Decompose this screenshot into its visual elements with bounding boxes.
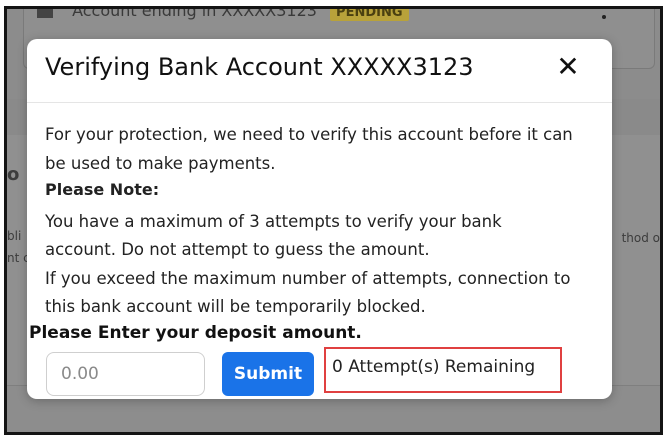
note-text-line: If you exceed the maximum number of atte… [45,269,571,288]
intro-text-line: For your protection, we need to verify t… [45,125,573,144]
attempts-remaining-text: 0 Attempt(s) Remaining [332,357,536,377]
note-text-line: this bank account will be temporarily bl… [45,297,426,316]
background-account-label: Account ending in XXXXX3123 [72,6,317,20]
deposit-amount-input[interactable] [46,352,205,396]
verify-bank-modal: Verifying Bank Account XXXXX3123 ✕ For y… [27,39,612,399]
modal-title: Verifying Bank Account XXXXX3123 [45,53,474,81]
background-text-fragment: o [7,164,20,185]
deposit-amount-label: Please Enter your deposit amount. [29,323,362,343]
intro-text-line: be used to make payments. [45,154,276,173]
background-account-row: Account ending in XXXXX3123 PENDING [37,6,409,21]
note-text-line: You have a maximum of 3 attempts to veri… [45,212,502,231]
background-text-fragment: thod o [621,231,660,245]
note-label: Please Note: [45,180,160,199]
close-icon[interactable]: ✕ [554,51,582,83]
background-text-fragment: bli [7,229,22,243]
kebab-menu-icon[interactable] [602,15,606,19]
attempts-highlight-box: 0 Attempt(s) Remaining [324,347,562,393]
status-badge: PENDING [330,9,409,21]
note-text-line: account. Do not attempt to guess the amo… [45,240,430,259]
submit-button[interactable]: Submit [222,352,314,396]
bank-icon [37,9,53,18]
modal-header: Verifying Bank Account XXXXX3123 ✕ [27,39,612,103]
